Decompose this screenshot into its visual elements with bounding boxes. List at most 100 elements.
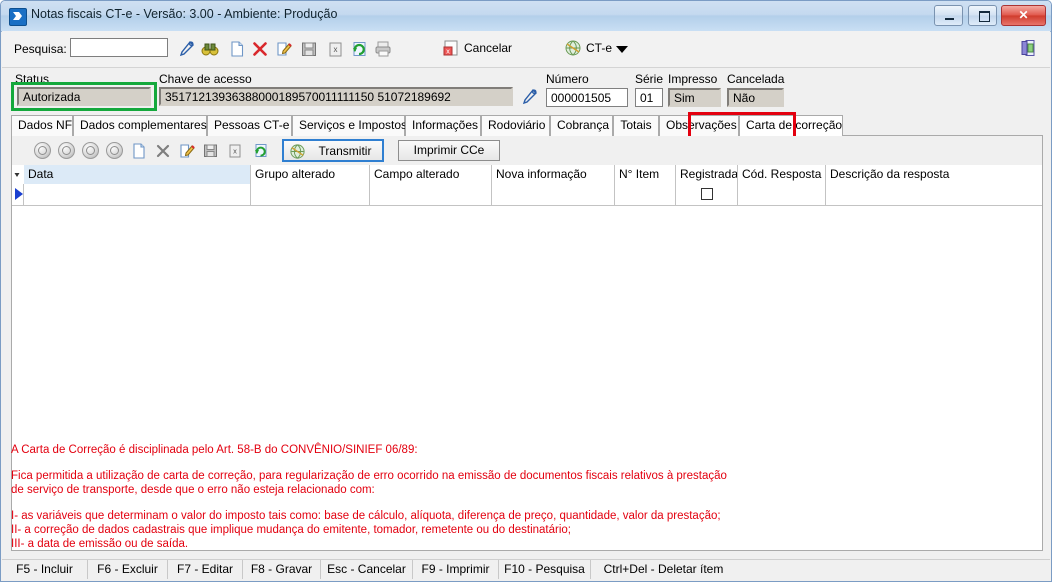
status-f6-excluir[interactable]: F6 - Excluir	[88, 560, 168, 579]
cell-descricao[interactable]	[826, 184, 1042, 205]
status-f9-imprimir[interactable]: F9 - Imprimir	[413, 560, 499, 579]
nav-last-icon[interactable]	[106, 142, 123, 159]
legal-line-6: III- a data de emissão ou de saída.	[11, 538, 189, 550]
grid-col-registrada[interactable]: Registrada	[676, 165, 738, 184]
tab-cobranca[interactable]: Cobrança	[550, 115, 613, 136]
binoculars-icon[interactable]	[200, 39, 220, 59]
tab-dados-nf[interactable]: Dados NF	[11, 115, 73, 136]
status-highlight-box	[11, 82, 157, 111]
impresso-label: Impresso	[668, 72, 718, 86]
imprimir-cce-button[interactable]: Imprimir CCe	[398, 140, 500, 161]
grid-col-cod-resposta[interactable]: Cód. Resposta	[738, 165, 826, 184]
tab-informacoes[interactable]: Informações	[405, 115, 481, 136]
chave-value: 35171213936388000189570011111150 5107218…	[159, 87, 513, 106]
status-ctrl-del[interactable]: Ctrl+Del - Deletar ítem	[591, 560, 736, 579]
cte-label: CT-e	[586, 41, 613, 55]
legal-line-3: de serviço de transporte, desde que o er…	[11, 484, 375, 496]
legal-notice: A Carta de Correção é disciplinada pelo …	[11, 443, 1043, 559]
legal-line-5: II- a correção de dados cadastrais que i…	[11, 524, 571, 536]
cancel-icon: x	[443, 40, 458, 56]
key-icon[interactable]	[519, 87, 539, 107]
serie-input[interactable]	[635, 88, 663, 107]
chave-label: Chave de acesso	[159, 72, 252, 86]
close-button[interactable]: ✕	[1001, 5, 1046, 26]
cte-globe-icon	[565, 40, 581, 56]
minimize-button[interactable]	[934, 5, 964, 26]
tab-servicos-impostos[interactable]: Serviços e Impostos	[292, 115, 407, 136]
delete-record-icon[interactable]	[154, 142, 172, 160]
cancel-document-icon[interactable]: x	[325, 39, 345, 59]
new-record-icon[interactable]	[130, 142, 148, 160]
tab-totais[interactable]: Totais	[613, 115, 659, 136]
grid-col-descricao[interactable]: Descrição da resposta	[826, 165, 1042, 184]
cte-dropdown[interactable]: CT-e	[564, 39, 612, 59]
cell-registrada[interactable]	[676, 184, 738, 205]
print-icon[interactable]	[373, 39, 393, 59]
svg-text:x: x	[446, 47, 450, 56]
save-floppy-icon[interactable]	[299, 39, 319, 59]
application-window: Notas fiscais CT-e - Versão: 3.00 - Ambi…	[0, 0, 1052, 582]
delete-x-icon[interactable]	[250, 39, 270, 59]
status-f5-incluir[interactable]: F5 - Incluir	[2, 560, 88, 579]
transmitir-label: Transmitir	[318, 144, 372, 158]
cell-campo[interactable]	[370, 184, 492, 205]
current-row-arrow	[15, 188, 23, 200]
tab-dados-complementares[interactable]: Dados complementares	[73, 115, 207, 136]
legal-line-1: A Carta de Correção é disciplinada pelo …	[11, 444, 418, 456]
svg-text:x: x	[233, 147, 237, 156]
numero-label: Número	[546, 72, 589, 86]
edit-record-icon[interactable]	[178, 142, 196, 160]
serie-label: Série	[635, 72, 664, 86]
table-row[interactable]	[12, 184, 1042, 206]
exit-door-icon[interactable]	[1018, 38, 1038, 58]
tabstrip: Dados NF Dados complementares Pessoas CT…	[11, 115, 1043, 137]
maximize-button[interactable]	[967, 5, 997, 26]
cancelada-value: Não	[727, 88, 784, 107]
filter-key-icon[interactable]	[176, 39, 196, 59]
svg-text:x: x	[334, 45, 338, 54]
legal-line-2: Fica permitida a utilização de carta de …	[11, 470, 727, 482]
main-toolbar: Pesquisa: x x Cancelar CT-e	[2, 31, 1050, 68]
status-f7-editar[interactable]: F7 - Editar	[168, 560, 243, 579]
status-f10-pesquisa[interactable]: F10 - Pesquisa	[499, 560, 591, 579]
cancelar-button[interactable]: x Cancelar	[442, 39, 512, 59]
numero-input[interactable]	[546, 88, 628, 107]
legal-line-4: I- as variáveis que determinam o valor d…	[11, 510, 721, 522]
cancel-record-icon[interactable]: x	[226, 142, 244, 160]
status-bar: F5 - Incluir F6 - Excluir F7 - Editar F8…	[2, 559, 1050, 580]
cell-cod-resposta[interactable]	[738, 184, 826, 205]
new-document-icon[interactable]	[227, 39, 247, 59]
search-label: Pesquisa:	[14, 42, 67, 56]
window-controls: ✕	[933, 5, 1046, 26]
cte-globe-icon	[289, 143, 306, 160]
cell-nova-info[interactable]	[492, 184, 615, 205]
tab-pessoas-cte[interactable]: Pessoas CT-e	[207, 115, 292, 136]
row-indicator	[12, 184, 24, 205]
edit-pencil-icon[interactable]	[274, 39, 294, 59]
save-record-icon[interactable]	[202, 142, 220, 160]
grid-col-grupo[interactable]: Grupo alterado	[251, 165, 370, 184]
nav-first-icon[interactable]	[34, 142, 51, 159]
transmitir-button[interactable]: Transmitir	[282, 139, 384, 162]
cell-grupo[interactable]	[251, 184, 370, 205]
cell-data[interactable]	[24, 184, 251, 205]
window-title: Notas fiscais CT-e - Versão: 3.00 - Ambi…	[31, 7, 338, 21]
cell-item[interactable]	[615, 184, 676, 205]
grid-col-data[interactable]: Data	[24, 165, 251, 184]
nav-next-icon[interactable]	[82, 142, 99, 159]
grid-col-item[interactable]: N° Item	[615, 165, 676, 184]
grid-col-campo[interactable]: Campo alterado	[370, 165, 492, 184]
tab-rodoviario[interactable]: Rodoviário	[481, 115, 550, 136]
registrada-checkbox[interactable]	[701, 188, 713, 200]
nav-prev-icon[interactable]	[58, 142, 75, 159]
impresso-value: Sim	[668, 88, 721, 107]
chevron-down-icon[interactable]	[616, 46, 628, 53]
cancelar-label: Cancelar	[464, 41, 513, 55]
grid-col-nova-info[interactable]: Nova informação	[492, 165, 615, 184]
refresh-record-icon[interactable]	[252, 142, 270, 160]
search-input[interactable]	[70, 38, 168, 57]
refresh-icon[interactable]	[349, 39, 369, 59]
status-esc-cancelar[interactable]: Esc - Cancelar	[321, 560, 413, 579]
status-f8-gravar[interactable]: F8 - Gravar	[243, 560, 321, 579]
grid-header-row: Data Grupo alterado Campo alterado Nova …	[12, 165, 1042, 185]
